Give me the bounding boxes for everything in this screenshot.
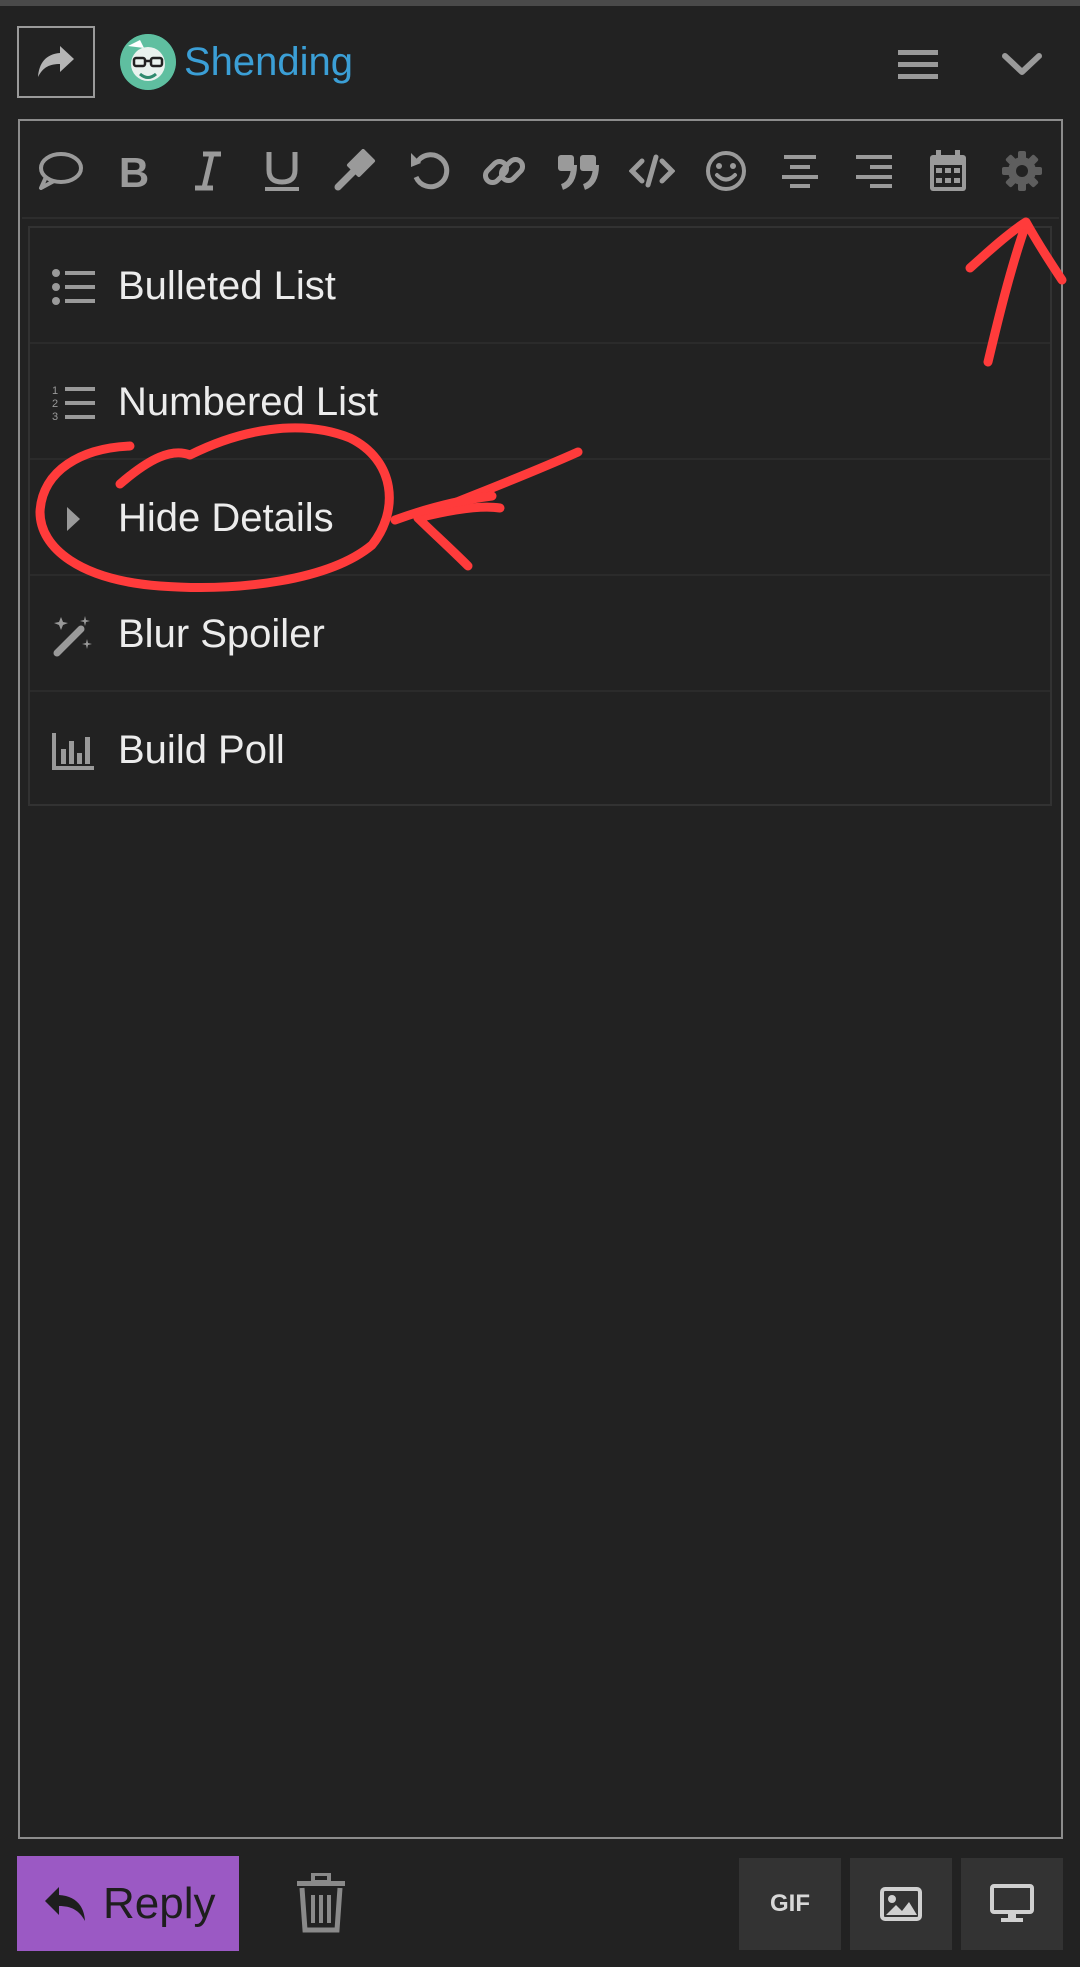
code-icon: [629, 154, 675, 188]
quote-icon: [558, 155, 599, 190]
preview-toggle-button[interactable]: [961, 1858, 1063, 1950]
collapse-button[interactable]: [997, 40, 1047, 90]
caret-right-icon: [50, 496, 96, 542]
italic-button[interactable]: [180, 143, 236, 199]
gavel-icon: [334, 149, 376, 191]
svg-text:2: 2: [52, 398, 58, 410]
trash-icon: [297, 1873, 345, 1933]
bold-button[interactable]: B: [106, 143, 162, 199]
undo-icon: [411, 152, 450, 190]
link-button[interactable]: [476, 143, 532, 199]
menu-item-label: Numbered List: [118, 380, 379, 424]
svg-text:B: B: [119, 151, 149, 191]
menu-item-label: Hide Details: [118, 496, 334, 540]
options-button[interactable]: [994, 143, 1050, 199]
hamburger-icon: [898, 50, 938, 79]
undo-button[interactable]: [402, 143, 458, 199]
top-divider: [0, 0, 1080, 6]
magic-wand-icon: [50, 612, 96, 658]
align-center-button[interactable]: [772, 143, 828, 199]
reply-label: Reply: [103, 1878, 216, 1928]
desktop-icon: [990, 1884, 1034, 1922]
image-icon: [880, 1887, 922, 1921]
italic-icon: [195, 151, 221, 191]
upload-image-button[interactable]: [850, 1858, 952, 1950]
editor-toolbar: B: [22, 123, 1059, 219]
smile-icon: [706, 151, 746, 191]
chevron-down-icon: [1002, 53, 1042, 75]
menu-item-build-poll[interactable]: Build Poll: [30, 692, 1050, 808]
underline-button[interactable]: [254, 143, 310, 199]
menu-item-bulleted-list[interactable]: Bulleted List: [30, 228, 1050, 344]
underline-icon: [265, 152, 299, 191]
bulleted-list-icon: [50, 264, 96, 310]
emoji-button[interactable]: [698, 143, 754, 199]
bold-icon: B: [119, 151, 149, 191]
date-button[interactable]: [920, 143, 976, 199]
speech-bubble-icon: [39, 152, 83, 190]
svg-text:3: 3: [52, 411, 58, 423]
reply-button[interactable]: Reply: [17, 1856, 239, 1951]
reply-arrow-icon: [45, 1886, 85, 1921]
quote-reply-button[interactable]: [32, 143, 88, 199]
link-icon: [482, 156, 526, 186]
code-button[interactable]: [624, 143, 680, 199]
align-right-icon: [856, 155, 892, 188]
svg-text:1: 1: [52, 385, 58, 397]
avatar[interactable]: [120, 34, 176, 90]
calendar-icon: [930, 150, 966, 191]
gif-button[interactable]: GIF: [739, 1858, 841, 1950]
menu-item-hide-details[interactable]: Hide Details: [30, 460, 1050, 576]
reply-to-button[interactable]: [17, 26, 95, 98]
align-center-icon: [782, 155, 818, 188]
gavel-button[interactable]: [328, 143, 384, 199]
menu-item-numbered-list[interactable]: 1 2 3 Numbered List: [30, 344, 1050, 460]
menu-item-label: Bulleted List: [118, 264, 336, 308]
blockquote-button[interactable]: [550, 143, 606, 199]
menu-item-label: Build Poll: [118, 728, 285, 772]
bar-chart-icon: [50, 728, 96, 774]
gear-icon: [1002, 151, 1042, 191]
numbered-list-icon: 1 2 3: [50, 380, 96, 426]
options-menu: Bulleted List 1 2 3 Numbered List Hide D…: [28, 226, 1052, 806]
menu-item-blur-spoiler[interactable]: Blur Spoiler: [30, 576, 1050, 692]
menu-item-label: Blur Spoiler: [118, 612, 325, 656]
gif-label: GIF: [770, 1890, 810, 1917]
align-right-button[interactable]: [846, 143, 902, 199]
share-arrow-icon: [38, 46, 74, 77]
menu-button[interactable]: [893, 40, 943, 90]
username-link[interactable]: Shending: [184, 36, 353, 88]
discard-button[interactable]: [290, 1870, 352, 1936]
